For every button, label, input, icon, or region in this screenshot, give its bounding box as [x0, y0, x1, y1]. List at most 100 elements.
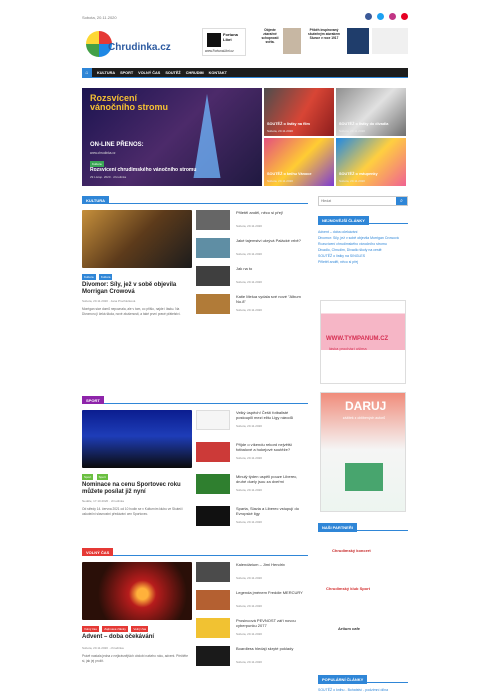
nav-chrudim[interactable]: CHRUDIM [186, 71, 204, 75]
item-title: Velký úspěch! Čeští fotbalisté postoupil… [236, 410, 293, 420]
section-title: SPORT [82, 396, 104, 404]
popular-list: SOUTĚŽ o knihu - Bohatství - podzimní dí… [318, 687, 408, 693]
facebook-icon[interactable] [365, 13, 372, 20]
tile-title: SOUTĚŽ o knihu Vánoce [267, 172, 312, 176]
tympanum-banner[interactable]: WWW.TYMPANUM.CZ láska prochází ušima [320, 300, 406, 384]
volnycas-main-excerpt: Právě nastala jedna z nejkrásnějších obd… [82, 654, 188, 663]
volnycas-main-image[interactable] [82, 562, 192, 620]
list-item[interactable]: Boardless hledají skryté poklady Sobota,… [196, 646, 308, 668]
featured-tile-3[interactable]: SOUTĚŽ o knihu Vánoce Sobota, 20.11.2020 [264, 138, 334, 186]
kultura-tags: Kultura Kultura [82, 274, 114, 280]
item-meta: Sobota, 20.11.2020 [236, 576, 262, 580]
partner-logo[interactable]: Artium cafe [320, 616, 406, 644]
widget-title: NAŠI PARTNEŘI [318, 523, 357, 532]
tile-title: SOUTĚŽ o lístky na film [267, 122, 310, 126]
nav-sport[interactable]: SPORT [120, 71, 133, 75]
sport-tags: Sport Sport [82, 474, 110, 480]
widget-title: NEJNOVĚJŠÍ ČLÁNKY [318, 216, 369, 225]
hero-live-label: ON-LINE PŘENOS: [90, 142, 144, 148]
tag-kultura[interactable]: Kultura [82, 274, 96, 280]
item-meta: Sobota, 20.11.2020 [236, 308, 262, 312]
partner-name: Chrudimský klub Sport [326, 586, 371, 591]
home-icon[interactable]: ⌂ [82, 67, 92, 78]
nav-soutez[interactable]: SOUTĚŽ [165, 71, 180, 75]
list-item[interactable]: Sparta, Slavia a Liberec vstupují do Evr… [196, 506, 308, 528]
site-logo[interactable]: Chrudinka.cz [82, 27, 171, 63]
tile-meta: Sobota, 20.11.2020 [267, 179, 293, 183]
hero-headline: Rozsvícení vánočního stromu [90, 93, 169, 112]
list-item[interactable]: Prosincová PEVNOST září novou cyberpunku… [196, 618, 308, 640]
featured-tile-4[interactable]: SOUTĚŽ o vstupenky Sobota, 20.11.2020 [336, 138, 406, 186]
list-item[interactable]: Kalendárium – Jimi Hendrix Sobota, 20.11… [196, 562, 308, 584]
sport-main-image[interactable] [82, 410, 192, 468]
thumbnail [196, 410, 230, 430]
nav-kultura[interactable]: KULTURA [97, 71, 115, 75]
search-icon[interactable]: ⌕ [396, 197, 407, 205]
section-kultura: KULTURA [82, 196, 308, 204]
recent-widget: NEJNOVĚJŠÍ ČLÁNKY [318, 216, 408, 225]
list-item[interactable]: Přiletěl anděl, něco si přej! Sobota, 20… [196, 210, 308, 232]
item-title: Sparta, Slavia a Liberec vstupují do Evr… [236, 506, 299, 516]
tag-sport[interactable]: Sport [82, 474, 94, 480]
list-item[interactable]: Přijde o víkendu rekord největší fotbalo… [196, 442, 308, 464]
thumbnail [196, 590, 230, 610]
kultura-main-meta: Sobota, 20.11.2020 · Jana Procházková [82, 299, 136, 303]
thumbnail [196, 506, 230, 526]
kultura-main-excerpt: Morrigan sice domů nepoznala, ale v tom,… [82, 307, 181, 316]
list-item[interactable]: Katie Melua vydala své nové "Album No.8"… [196, 294, 308, 316]
logo-text: Chrudinka.cz [108, 42, 171, 53]
current-date: Sobota, 20.11.2020 [82, 15, 117, 20]
tag-volny-cas-2[interactable]: Volný čas [131, 626, 149, 632]
hero-title[interactable]: Rozsvícení chrudimského vánočního stromu [90, 167, 196, 173]
kultura-list: Přiletěl anděl, něco si přej! Sobota, 20… [196, 210, 308, 330]
volnycas-main-title[interactable]: Advent – doba očekávání [82, 634, 192, 641]
kultura-main: Kultura Kultura Divomor: Síly, jež v sob… [82, 210, 192, 356]
header-ad-fortuna[interactable]: Fortuna Libri www.FortunaLibri.cz [202, 28, 246, 56]
partner-name: Chrudimský koncert [332, 548, 371, 553]
header-ad-book-open [372, 28, 408, 54]
item-meta: Sobota, 20.11.2020 [236, 424, 262, 428]
list-item[interactable]: Legenda jménem Freddie MERCURY Sobota, 2… [196, 590, 308, 612]
featured-tile-1[interactable]: SOUTĚŽ o lístky na film Sobota, 20.11.20… [264, 88, 334, 136]
list-item[interactable]: Jaké tajemství ukrývá Palácké vrbě? Sobo… [196, 238, 308, 260]
twitter-icon[interactable] [377, 13, 384, 20]
item-title: Boardless hledají skryté poklady [236, 646, 294, 651]
hero-feature[interactable]: Rozsvícení vánočního stromu ON-LINE PŘEN… [82, 88, 262, 186]
sport-main-title[interactable]: Nominace na cenu Sportovec roku můžete p… [82, 482, 192, 496]
item-meta: Sobota, 20.11.2020 [236, 488, 262, 492]
recent-link[interactable]: Přiletěl anděl, něco si přej [318, 259, 408, 265]
volnycas-list: Kalendárium – Jimi Hendrix Sobota, 20.11… [196, 562, 308, 682]
section-sport: SPORT [82, 396, 308, 404]
banner-title: DARUJ [345, 399, 387, 413]
featured-tile-2[interactable]: SOUTĚŽ o lístky do divadla Sobota, 20.11… [336, 88, 406, 136]
item-title: Kalendárium – Jimi Hendrix [236, 562, 285, 567]
search-input[interactable] [319, 197, 395, 205]
top-bar: Sobota, 20.11.2020 [82, 12, 408, 24]
list-item[interactable]: Minulý týden uspěli pouze Liberec, druhé… [196, 474, 308, 496]
kultura-main-title[interactable]: Divomor: Síly, jež v sobě objevila Morri… [82, 282, 192, 296]
search-box: ⌕ [318, 196, 408, 206]
tile-meta: Sobota, 20.11.2020 [267, 129, 293, 133]
volnycas-tags: Volný čas Zajímavé články Volný čas [82, 626, 150, 632]
instagram-icon[interactable] [389, 13, 396, 20]
popular-link[interactable]: SOUTĚŽ o knihu - Bohatství - podzimní dí… [318, 687, 408, 693]
pinterest-icon[interactable] [401, 13, 408, 20]
nav-kontakt[interactable]: KONTAKT [209, 71, 227, 75]
list-item[interactable]: Jak na to Sobota, 20.11.2020 [196, 266, 308, 288]
tag-sport-2[interactable]: Sport [96, 474, 108, 480]
item-title: Minulý týden uspěli pouze Liberec, druhé… [236, 474, 298, 484]
item-meta: Sobota, 20.11.2020 [236, 520, 262, 524]
nav-volny-cas[interactable]: VOLNÝ ČAS [138, 71, 160, 75]
header-ad-book [347, 28, 369, 54]
partner-logo[interactable]: Chrudimský koncert [320, 538, 406, 566]
tag-zajimave[interactable]: Zajímavé články [102, 626, 128, 632]
tag-kultura-2[interactable]: Kultura [98, 274, 113, 280]
section-title: VOLNÝ ČAS [82, 548, 114, 556]
daruj-banner[interactable]: DARUJ zážitek z oblíbených autorů [320, 392, 406, 512]
kultura-main-image[interactable] [82, 210, 192, 268]
tag-volny-cas[interactable]: Volný čas [82, 626, 99, 632]
volnycas-main-meta: Sobota, 20.11.2020 · chrudinka [82, 646, 124, 650]
widget-title: POPULÁRNÍ ČLÁNKY [318, 675, 368, 684]
list-item[interactable]: Velký úspěch! Čeští fotbalisté postoupil… [196, 410, 308, 432]
partner-logo[interactable]: Chrudimský klub Sport [320, 576, 406, 604]
